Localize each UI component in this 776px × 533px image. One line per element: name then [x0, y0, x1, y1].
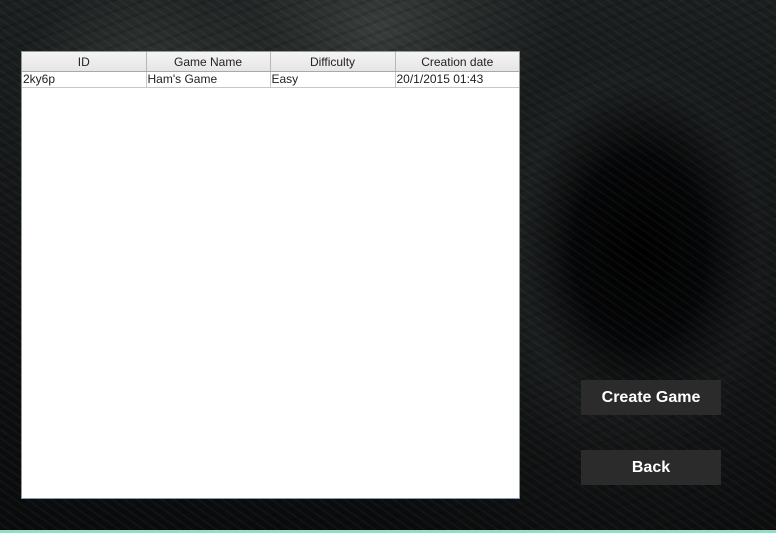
games-table-panel: ID Game Name Difficulty Creation date 2k… — [21, 51, 520, 499]
cell-creation-date[interactable]: 20/1/2015 01:43 — [395, 71, 519, 88]
create-game-button[interactable]: Create Game — [581, 380, 721, 415]
cell-id[interactable]: 2ky6p — [22, 71, 147, 88]
column-header-id[interactable]: ID — [22, 52, 147, 72]
table-header-row: ID Game Name Difficulty Creation date — [22, 52, 519, 72]
column-header-creation-date[interactable]: Creation date — [395, 52, 519, 72]
table-row[interactable]: 2ky6p Ham's Game Easy 20/1/2015 01:43 — [22, 71, 519, 88]
games-table: ID Game Name Difficulty Creation date 2k… — [22, 52, 519, 88]
cell-game-name[interactable]: Ham's Game — [146, 71, 271, 88]
back-button[interactable]: Back — [581, 450, 721, 485]
column-header-difficulty[interactable]: Difficulty — [270, 52, 396, 72]
cell-difficulty[interactable]: Easy — [270, 71, 396, 88]
column-header-game-name[interactable]: Game Name — [146, 52, 271, 72]
